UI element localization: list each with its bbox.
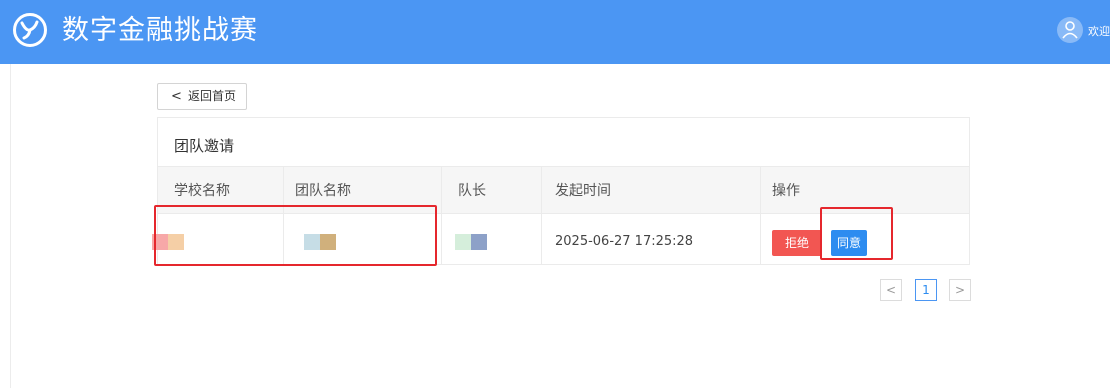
col-team-name: 团队名称 <box>295 183 351 199</box>
captain-redacted <box>471 234 487 250</box>
column-divider <box>760 166 761 264</box>
school-name-redacted <box>152 234 168 250</box>
app-logo-icon <box>13 13 47 47</box>
table-header: 学校名称 团队名称 队长 发起时间 操作 <box>158 166 969 214</box>
team-name-redacted <box>320 234 336 250</box>
chevron-left-icon: < <box>171 89 182 104</box>
column-divider <box>283 166 284 264</box>
back-home-button[interactable]: < 返回首页 <box>157 83 247 110</box>
col-captain: 队长 <box>458 183 486 199</box>
app-title: 数字金融挑战赛 <box>62 15 258 46</box>
team-invite-panel: 团队邀请 学校名称 团队名称 队长 发起时间 操作 2025-06-27 17:… <box>152 117 970 265</box>
back-home-label: 返回首页 <box>188 89 237 103</box>
start-time: 2025-06-27 17:25:28 <box>555 234 694 249</box>
col-school-name: 学校名称 <box>174 183 230 199</box>
team-name-redacted <box>304 234 320 250</box>
captain-redacted <box>455 234 471 250</box>
pagination-prev[interactable]: < <box>880 279 902 301</box>
welcome-text: 欢迎 <box>1088 25 1110 38</box>
col-actions: 操作 <box>772 183 800 199</box>
user-avatar-icon[interactable] <box>1057 17 1083 43</box>
reject-button[interactable]: 拒绝 <box>772 230 822 256</box>
pagination-next[interactable]: > <box>949 279 971 301</box>
school-name-redacted <box>168 234 184 250</box>
panel-title: 团队邀请 <box>174 137 235 155</box>
page-left-divider <box>10 64 11 388</box>
top-header: 数字金融挑战赛 欢迎 <box>0 0 1110 64</box>
column-divider <box>441 166 442 264</box>
col-start-time: 发起时间 <box>555 183 611 199</box>
pagination-page[interactable]: 1 <box>915 279 937 301</box>
column-divider <box>541 166 542 264</box>
agree-button[interactable]: 同意 <box>831 230 867 256</box>
